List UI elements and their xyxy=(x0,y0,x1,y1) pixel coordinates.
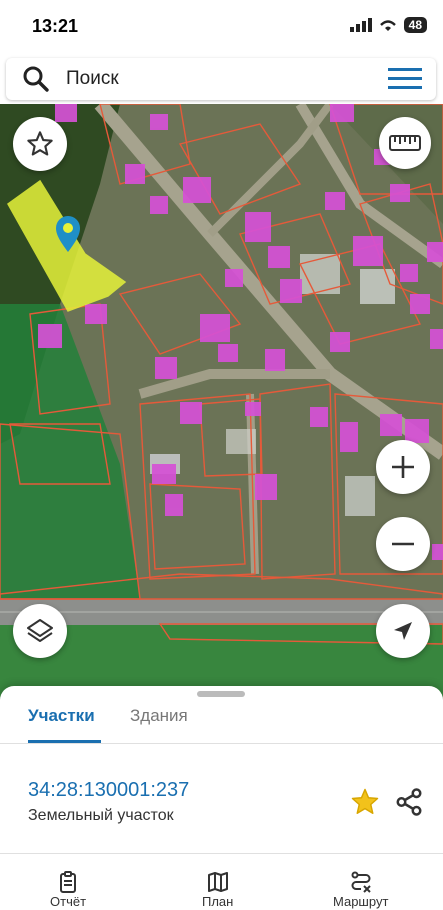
favorite-map-button[interactable] xyxy=(13,117,67,171)
tab-parcels[interactable]: Участки xyxy=(28,706,95,726)
info-sheet: Участки Здания 34:28:130001:237 Земельны… xyxy=(0,686,443,910)
sheet-handle[interactable] xyxy=(197,691,245,697)
search-input[interactable]: Поиск xyxy=(66,68,119,90)
tab-buildings[interactable]: Здания xyxy=(130,706,188,726)
plus-icon xyxy=(392,456,414,478)
clipboard-icon xyxy=(60,871,77,893)
minus-icon xyxy=(392,542,414,546)
divider xyxy=(0,743,443,744)
star-outline-icon xyxy=(27,131,53,156)
nav-plan-label: План xyxy=(202,894,234,909)
layers-button[interactable] xyxy=(13,604,67,658)
nav-report-label: Отчёт xyxy=(50,894,87,909)
object-type: Земельный участок xyxy=(28,807,174,824)
share-icon[interactable] xyxy=(394,787,424,817)
cadastral-number[interactable]: 34:28:130001:237 xyxy=(28,779,189,802)
menu-icon[interactable] xyxy=(388,66,422,92)
my-location-button[interactable] xyxy=(376,604,430,658)
ruler-icon xyxy=(389,135,421,151)
satellite-map[interactable] xyxy=(0,104,443,704)
nav-route[interactable]: Маршрут xyxy=(333,870,388,909)
nav-report[interactable]: Отчёт xyxy=(50,870,86,909)
nav-route-label: Маршрут xyxy=(333,894,389,909)
battery-indicator: 48 xyxy=(403,17,427,33)
search-bar[interactable]: Поиск xyxy=(6,58,436,100)
map-icon xyxy=(207,872,228,892)
zoom-out-button[interactable] xyxy=(376,517,430,571)
signal-icon xyxy=(349,18,372,32)
map-view[interactable] xyxy=(0,104,443,704)
divider xyxy=(0,853,443,854)
search-icon xyxy=(23,66,49,92)
status-time: 13:21 xyxy=(32,16,79,36)
route-icon xyxy=(351,871,371,893)
nav-plan[interactable]: План xyxy=(202,870,233,909)
layers-icon xyxy=(27,619,53,642)
status-indicators: 48 xyxy=(349,17,427,33)
navigation-arrow-icon xyxy=(394,622,412,640)
ruler-button[interactable] xyxy=(379,117,431,169)
status-bar: 13:21 48 xyxy=(0,0,443,54)
favorite-star-icon[interactable] xyxy=(350,787,380,817)
zoom-in-button[interactable] xyxy=(376,440,430,494)
wifi-icon xyxy=(379,20,396,31)
